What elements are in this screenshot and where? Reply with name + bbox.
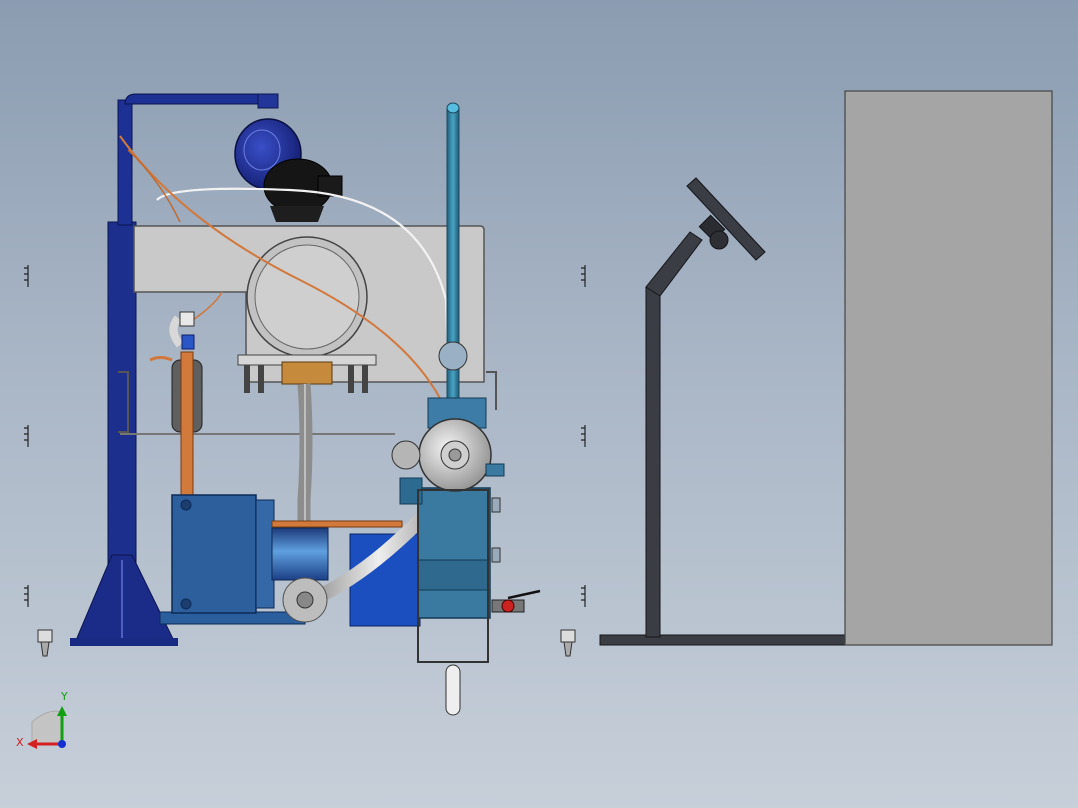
control-panel-stand <box>599 177 849 646</box>
coordinate-triad: Y X <box>16 690 68 749</box>
fan-motor <box>234 118 343 222</box>
ball-valve <box>491 589 541 613</box>
triad-z-axis <box>58 740 66 748</box>
cad-viewport: Y X <box>16 90 1053 749</box>
anchor-bolt-right <box>560 629 576 657</box>
triad-y-label: Y <box>60 690 68 703</box>
triad-x-label: X <box>16 736 24 749</box>
cabinet <box>844 90 1053 646</box>
accumulator <box>149 311 203 503</box>
anchor-bolt-left <box>37 629 53 657</box>
